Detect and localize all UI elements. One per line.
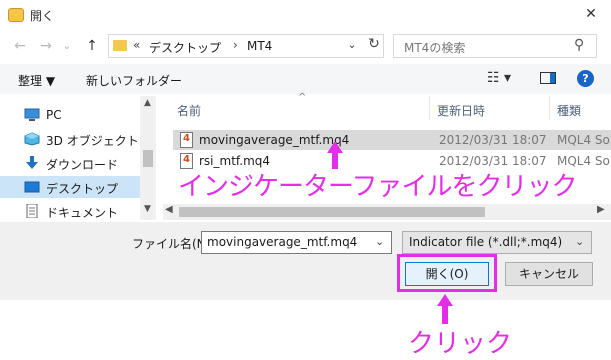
filename-field[interactable]: movingaverage_mtf.mq4 ⌄ [201,231,392,254]
address-segment-mt4[interactable]: MT4 [247,39,272,53]
title-bar: 開く ✕ [0,0,611,30]
annotation-select-file: インジケーターファイルをクリック [178,172,577,202]
sidebar-item-downloads[interactable]: ダウンロード [0,152,140,174]
sidebar-item-pc[interactable]: PC [0,104,140,126]
scrollbar-thumb[interactable] [179,207,485,217]
sidebar-scrollbar[interactable]: ▲ ▼ [140,96,156,220]
window-title: 開く [30,9,55,23]
annotation-arrow-up [327,141,343,169]
file-badge: 4 [183,133,190,144]
column-divider[interactable] [429,96,430,120]
search-icon: ⚲ [574,37,585,53]
scroll-down-icon[interactable]: ▼ [144,204,151,214]
mq4-file-icon: 4 [180,132,193,148]
sidebar-item-desktop[interactable]: デスクトップ [0,176,140,198]
address-separator[interactable]: › [233,38,238,52]
up-button[interactable]: ↑ [82,36,102,56]
close-button[interactable]: ✕ [573,2,609,26]
view-options-button[interactable]: ☷ ▾ [487,70,523,86]
folder-icon [113,40,127,51]
chevron-down-icon[interactable]: ⌄ [575,235,584,248]
filter-value[interactable]: Indicator file (*.dll;*.mq4) [409,235,562,249]
dialog-footer: ファイル名(N): movingaverage_mtf.mq4 ⌄ Indica… [0,222,611,300]
navigation-pane: PC 3D オブジェクト ダウンロード デスクトップ ドキュメント [0,96,156,220]
column-header-name[interactable]: 名前 [177,102,201,119]
chevron-down-icon[interactable]: ⌄ [345,38,359,51]
sidebar-item-label: デスクトップ [46,182,119,196]
app-icon [8,8,24,22]
horizontal-scrollbar[interactable]: ◀ ▶ [163,204,611,220]
filename-value[interactable]: movingaverage_mtf.mq4 [207,235,357,249]
address-segment-desktop[interactable]: デスクトップ [149,39,221,56]
scroll-up-icon[interactable]: ▲ [144,98,151,108]
address-overflow-chevron[interactable]: « [133,38,140,52]
file-type: MQL4 So [557,133,610,147]
desktop-icon [24,181,40,193]
file-date: 2012/03/31 18:07 [439,133,547,147]
recent-locations-button[interactable]: ⌄ [60,36,74,56]
annotation-click: クリック [408,329,513,359]
search-input[interactable]: MT4の検索 [404,39,465,56]
sidebar-item-documents[interactable]: ドキュメント [0,200,140,222]
scroll-right-icon[interactable]: ▶ [597,204,605,215]
cancel-button[interactable]: キャンセル [505,262,593,286]
help-icon[interactable]: ? [577,70,594,87]
column-divider[interactable] [549,96,550,120]
pc-icon [24,108,40,121]
organize-button[interactable]: 整理 ▼ [18,72,55,89]
sidebar-item-label: PC [46,108,62,122]
sidebar-item-label: ダウンロード [46,158,119,172]
sort-indicator-icon: ^ [298,92,307,103]
scroll-left-icon[interactable]: ◀ [165,204,173,215]
forward-button[interactable]: → [36,36,56,56]
scrollbar-thumb[interactable] [143,150,153,167]
back-button[interactable]: ← [10,36,30,56]
chevron-down-icon[interactable]: ⌄ [375,235,384,248]
annotation-arrow-up [437,294,453,324]
address-bar[interactable]: « デスクトップ › MT4 ⌄ ↻ [108,34,384,58]
sidebar-item-label: 3D オブジェクト [46,134,139,148]
annotation-highlight-box [397,254,497,292]
search-box[interactable]: MT4の検索 ⚲ [393,34,597,58]
file-type-filter[interactable]: Indicator file (*.dll;*.mq4) ⌄ [402,231,592,254]
new-folder-button[interactable]: 新しいフォルダー [86,72,182,89]
sidebar-item-label: ドキュメント [46,206,119,220]
preview-pane-icon [550,73,555,83]
documents-icon [26,204,38,218]
download-icon [26,156,38,169]
command-bar: 整理 ▼ 新しいフォルダー ☷ ▾ ? [0,64,611,94]
file-badge: 4 [183,154,190,165]
file-row[interactable]: 4 movingaverage_mtf.mq4 2012/03/31 18:07… [173,130,611,150]
column-header-type[interactable]: 種類 [557,102,581,119]
refresh-icon[interactable]: ↻ [365,36,383,52]
column-header-date[interactable]: 更新日時 [437,102,485,119]
preview-pane-button[interactable] [540,72,556,84]
3d-objects-icon [24,132,40,146]
sidebar-item-3d-objects[interactable]: 3D オブジェクト [0,128,140,150]
